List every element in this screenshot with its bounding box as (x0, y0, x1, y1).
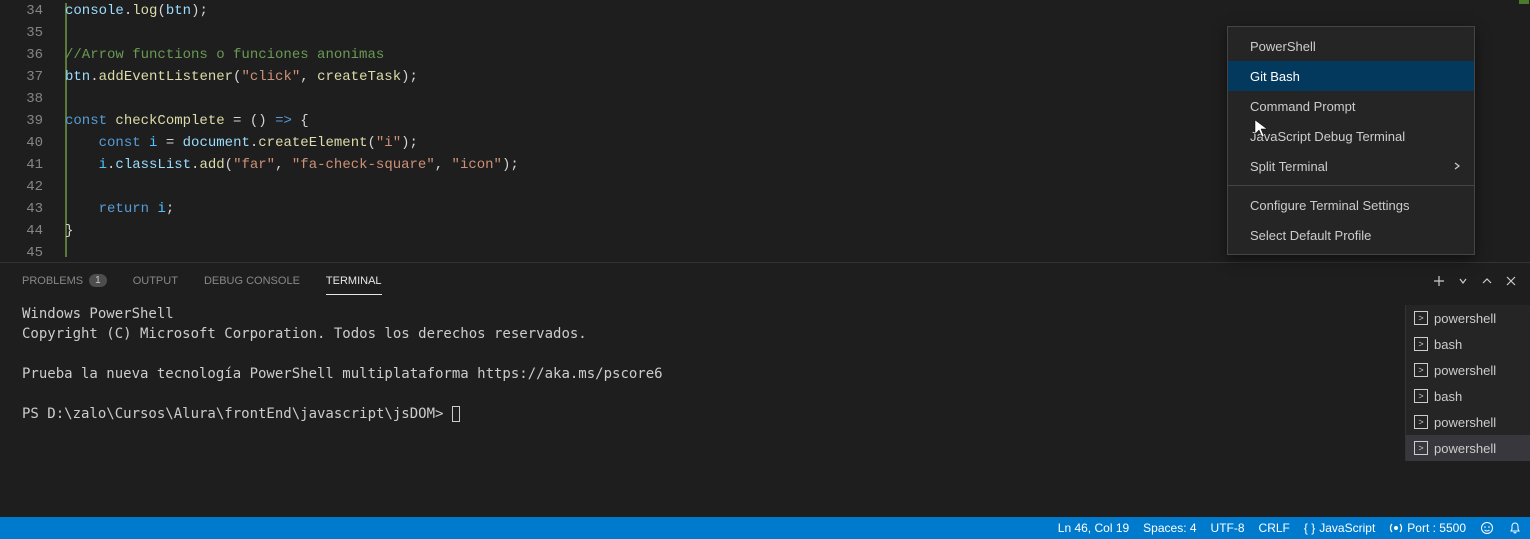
chevron-right-icon (1452, 159, 1462, 174)
panel-toolbar (1428, 270, 1522, 292)
line-number: 36 (0, 44, 43, 66)
menu-item-select-default-profile[interactable]: Select Default Profile (1228, 220, 1474, 250)
gutter: 343536373839404142434445 (0, 0, 55, 262)
line-number: 43 (0, 198, 43, 220)
terminal-name: bash (1434, 337, 1462, 352)
status-indentation[interactable]: Spaces: 4 (1143, 521, 1196, 535)
terminal-list-item[interactable]: > powershell (1406, 435, 1530, 461)
status-notifications[interactable] (1508, 521, 1522, 535)
feedback-icon (1480, 521, 1494, 535)
terminal-icon: > (1414, 389, 1428, 403)
menu-item-powershell[interactable]: PowerShell (1228, 31, 1474, 61)
terminal-dropdown-button[interactable] (1452, 270, 1474, 292)
tab-output[interactable]: OUTPUT (133, 275, 178, 287)
terminal-icon: > (1414, 441, 1428, 455)
line-number: 34 (0, 0, 43, 22)
terminal-name: powershell (1434, 415, 1496, 430)
terminal-name: powershell (1434, 441, 1496, 456)
terminal-cursor (452, 406, 460, 422)
status-feedback[interactable] (1480, 521, 1494, 535)
menu-item-configure-terminal[interactable]: Configure Terminal Settings (1228, 190, 1474, 220)
terminal-profile-menu: PowerShell Git Bash Command Prompt JavaS… (1227, 26, 1475, 255)
menu-item-git-bash[interactable]: Git Bash (1228, 61, 1474, 91)
status-cursor-position[interactable]: Ln 46, Col 19 (1058, 521, 1129, 535)
terminal-list-item[interactable]: > bash (1406, 383, 1530, 409)
terminal-icon: > (1414, 311, 1428, 325)
status-encoding[interactable]: UTF-8 (1211, 521, 1245, 535)
terminal-output[interactable]: Windows PowerShell Copyright (C) Microso… (0, 298, 1530, 518)
editor-scrollbar[interactable] (1516, 0, 1530, 262)
terminal-list-item[interactable]: > bash (1406, 331, 1530, 357)
terminal-list-item[interactable]: > powershell (1406, 409, 1530, 435)
terminal-list-item[interactable]: > powershell (1406, 305, 1530, 331)
panel-tabs: PROBLEMS 1 OUTPUT DEBUG CONSOLE TERMINAL (0, 263, 1530, 298)
status-eol[interactable]: CRLF (1259, 521, 1290, 535)
status-language[interactable]: { } JavaScript (1304, 521, 1375, 535)
line-number: 41 (0, 154, 43, 176)
menu-item-split-terminal[interactable]: Split Terminal (1228, 151, 1474, 181)
tab-problems-label: PROBLEMS (22, 275, 83, 287)
tab-debug-console[interactable]: DEBUG CONSOLE (204, 275, 300, 287)
bell-icon (1508, 521, 1522, 535)
maximize-panel-button[interactable] (1476, 270, 1498, 292)
line-number: 44 (0, 220, 43, 242)
terminal-list: > powershell > bash > powershell > bash > powersh… (1405, 305, 1530, 461)
menu-separator (1228, 185, 1474, 186)
terminal-list-item[interactable]: > powershell (1406, 357, 1530, 383)
line-number: 37 (0, 66, 43, 88)
new-terminal-button[interactable] (1428, 270, 1450, 292)
braces-icon: { } (1304, 521, 1315, 535)
terminal-icon: > (1414, 415, 1428, 429)
problems-badge: 1 (89, 274, 107, 287)
tab-terminal[interactable]: TERMINAL (326, 275, 382, 287)
line-number: 45 (0, 242, 43, 264)
terminal-icon: > (1414, 337, 1428, 351)
scrollbar-marker (1519, 0, 1529, 4)
line-number: 39 (0, 110, 43, 132)
line-number: 42 (0, 176, 43, 198)
line-number: 35 (0, 22, 43, 44)
terminal-name: powershell (1434, 363, 1496, 378)
tab-problems[interactable]: PROBLEMS 1 (22, 274, 107, 287)
code-line[interactable]: console.log(btn); (65, 0, 1530, 22)
terminal-name: bash (1434, 389, 1462, 404)
bottom-panel: PROBLEMS 1 OUTPUT DEBUG CONSOLE TERMINAL… (0, 262, 1530, 518)
line-number: 40 (0, 132, 43, 154)
status-live-server[interactable]: Port : 5500 (1389, 521, 1466, 535)
status-bar: Ln 46, Col 19 Spaces: 4 UTF-8 CRLF { } J… (0, 517, 1530, 539)
close-panel-button[interactable] (1500, 270, 1522, 292)
cursor-icon (1254, 119, 1270, 139)
line-number: 38 (0, 88, 43, 110)
terminal-icon: > (1414, 363, 1428, 377)
terminal-name: powershell (1434, 311, 1496, 326)
broadcast-icon (1389, 521, 1403, 535)
menu-item-command-prompt[interactable]: Command Prompt (1228, 91, 1474, 121)
